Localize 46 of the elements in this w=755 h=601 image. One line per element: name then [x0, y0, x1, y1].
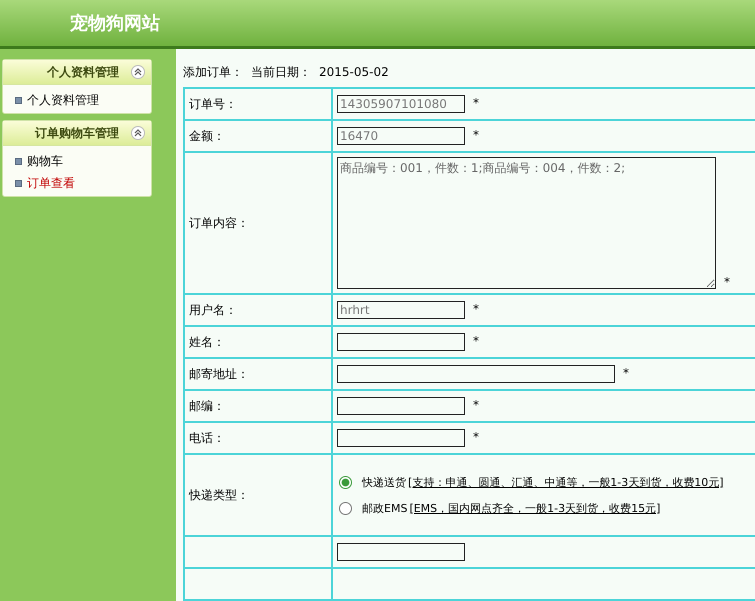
sidebar-item[interactable]: 个人资料管理	[15, 89, 151, 111]
date-value: 2015-05-02	[319, 65, 389, 79]
panel-title: 订单购物车管理	[35, 124, 119, 142]
field-label: 订单号：	[189, 96, 237, 110]
field-label: 用户名：	[189, 302, 237, 316]
required-mark: *	[724, 275, 730, 289]
field-label: 姓名：	[189, 334, 225, 348]
option-note: [EMS，国内网点齐全，一般1-3天到货，收费15元]	[409, 500, 660, 516]
text-field[interactable]: hrhrt	[337, 301, 465, 319]
radio-button[interactable]	[339, 502, 352, 514]
text-field[interactable]	[337, 365, 615, 383]
collapse-icon[interactable]	[131, 126, 145, 140]
option-label: 快递送货	[362, 474, 406, 490]
field-label: 邮寄地址：	[189, 366, 249, 380]
required-mark: *	[473, 398, 479, 412]
text-field[interactable]	[337, 543, 465, 561]
text-field[interactable]	[337, 333, 465, 351]
required-mark: *	[473, 302, 479, 316]
required-mark: *	[623, 366, 629, 380]
option-note: [支持：申通、圆通、汇通、中通等，一般1-3天到货，收费10元]	[408, 474, 724, 490]
site-title: 宠物狗网站	[70, 12, 160, 35]
content-textarea[interactable]: 商品编号：001，件数：1;商品编号：004，件数：2;	[337, 157, 716, 289]
text-field[interactable]	[337, 397, 465, 415]
collapse-icon[interactable]	[131, 65, 145, 79]
text-field[interactable]: 14305907101080	[337, 95, 465, 113]
field-label: 电话：	[189, 430, 225, 444]
option-label: 邮政EMS	[362, 500, 408, 516]
required-mark: *	[473, 430, 479, 444]
date-label: 当前日期：	[251, 64, 311, 80]
required-mark: *	[473, 96, 479, 110]
radio-button[interactable]	[339, 476, 352, 488]
field-label: 金额：	[189, 128, 225, 142]
sidebar-item[interactable]: 订单查看	[15, 172, 151, 194]
page-title: 添加订单：	[183, 64, 243, 80]
text-field[interactable]: 16470	[337, 127, 465, 145]
panel-title: 个人资料管理	[47, 64, 119, 80]
bullet-icon	[15, 96, 22, 104]
field-label: 订单内容：	[189, 216, 249, 230]
sidebar-item[interactable]: 购物车	[15, 150, 151, 172]
bullet-icon	[15, 180, 22, 186]
text-field[interactable]	[337, 429, 465, 447]
field-label: 邮编：	[189, 398, 225, 412]
field-label: 快递类型：	[189, 488, 249, 502]
required-mark: *	[473, 334, 479, 348]
required-mark: *	[473, 128, 479, 142]
bullet-icon	[15, 158, 22, 164]
